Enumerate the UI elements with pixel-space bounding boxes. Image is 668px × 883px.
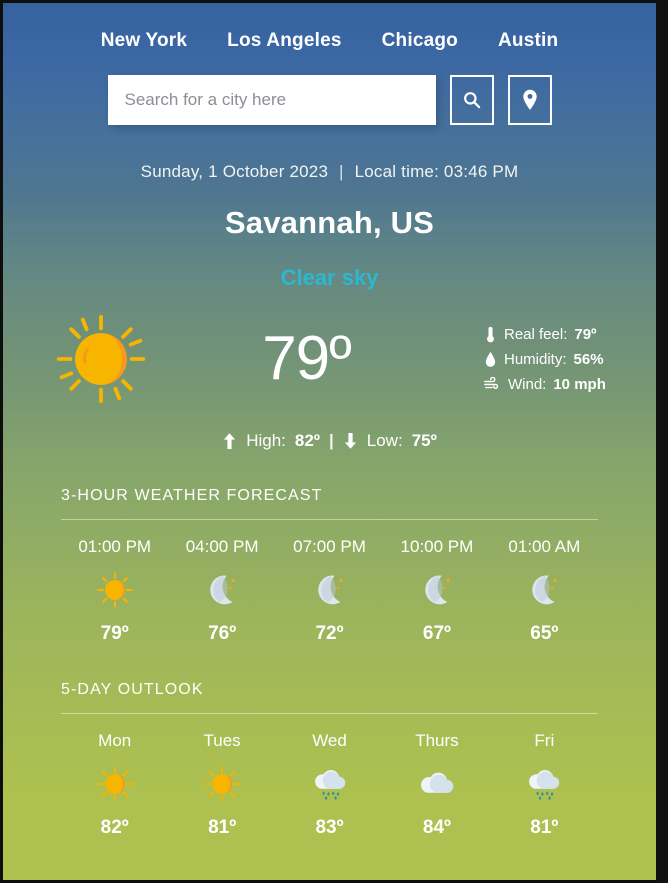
datetime-separator: | [339, 162, 344, 181]
app-screenshot: New York Los Angeles Chicago Austin Sear… [0, 0, 668, 883]
daily-outlook-list: Mon 82º Tues 81º Wed 83º Thurs 84º Fri 8… [61, 731, 598, 839]
hourly-time: 07:00 PM [293, 537, 366, 556]
high-low-row: High: 82º | Low: 75º [3, 431, 656, 451]
low-value: 75º [411, 431, 437, 450]
daily-day: Wed [312, 731, 347, 750]
rain-cloud-icon [314, 770, 345, 800]
moon-stars-icon [210, 575, 235, 605]
thermometer-icon [487, 326, 494, 342]
arrow-up-icon [224, 433, 236, 449]
datetime-line: Sunday, 1 October 2023 | Local time: 03:… [3, 162, 656, 182]
detail-label: Wind: [508, 375, 547, 393]
detail-label: Humidity: [504, 350, 567, 368]
daily-card[interactable]: Mon 82º [61, 731, 168, 839]
sun-icon [204, 766, 240, 802]
moon-stars-icon [317, 575, 343, 605]
daily-outlook-section: 5-DAY OUTLOOK Mon 82º Tues 81º Wed 83º T… [3, 681, 656, 839]
daily-temp: 82º [100, 817, 129, 838]
moon-stars-icon [532, 575, 558, 605]
hourly-forecast-list: 01:00 PM 79º 04:00 PM 76º 07:00 PM 72º 1… [61, 537, 598, 645]
local-time: Local time: 03:46 PM [354, 162, 519, 181]
hourly-card[interactable]: 01:00 AM 65º [491, 537, 598, 645]
nav-item-austin[interactable]: Austin [498, 30, 558, 52]
daily-card[interactable]: Wed 83º [276, 731, 383, 839]
hourly-card[interactable]: 04:00 PM 76º [168, 537, 275, 645]
cloud-icon [420, 772, 454, 793]
current-temperature: 79º [262, 324, 352, 393]
section-divider [61, 713, 598, 714]
low-label: Low: [366, 431, 403, 450]
search-icon [463, 92, 480, 109]
city-name: Savannah, US [224, 205, 435, 240]
high-low-separator: | [329, 431, 334, 450]
current-conditions: 79º Real feel: 79º Humidity: 56% Wind: 1… [3, 311, 656, 407]
high-label: High: [246, 431, 286, 450]
sun-icon [96, 766, 133, 802]
search-row [3, 75, 656, 125]
daily-temp: 84º [422, 817, 451, 838]
detail-wind: Wind: 10 mph [484, 376, 614, 393]
hourly-time: 01:00 AM [508, 537, 581, 556]
hourly-time: 01:00 PM [78, 537, 152, 556]
daily-outlook-title: 5-DAY OUTLOOK [61, 681, 204, 698]
droplet-icon [485, 351, 496, 367]
hourly-temp: 65º [530, 623, 559, 644]
hourly-card[interactable]: 01:00 PM 79º [61, 537, 168, 645]
daily-day: Thurs [415, 731, 459, 750]
arrow-down-icon [344, 433, 356, 449]
current-details: Real feel: 79º Humidity: 56% Wind: 10 mp… [484, 326, 614, 393]
daily-temp: 83º [315, 817, 344, 838]
detail-label: Real feel: [504, 325, 568, 343]
daily-temp: 81º [208, 817, 237, 838]
sun-icon [96, 572, 133, 608]
search-button[interactable] [449, 75, 494, 125]
hourly-temp: 76º [208, 623, 237, 644]
current-date: Sunday, 1 October 2023 [140, 162, 329, 181]
nav-item-chicago[interactable]: Chicago [382, 30, 458, 52]
daily-card[interactable]: Tues 81º [168, 731, 275, 839]
hourly-card[interactable]: 10:00 PM 67º [383, 537, 490, 645]
search-input[interactable] [107, 75, 436, 125]
high-value: 82º [294, 431, 320, 450]
moon-stars-icon [425, 575, 450, 605]
daily-card[interactable]: Thurs 84º [383, 731, 490, 839]
city-nav: New York Los Angeles Chicago Austin [3, 3, 656, 52]
sun-icon [56, 314, 146, 404]
detail-value: 10 mph [553, 375, 606, 393]
detail-real-feel: Real feel: 79º [484, 326, 614, 343]
section-divider [61, 519, 598, 520]
hourly-forecast-title: 3-HOUR WEATHER FORECAST [61, 487, 323, 504]
detail-value: 56% [573, 350, 604, 368]
hourly-card[interactable]: 07:00 PM 72º [276, 537, 383, 645]
nav-item-new-york[interactable]: New York [101, 30, 187, 52]
detail-humidity: Humidity: 56% [484, 351, 614, 368]
rain-cloud-icon [529, 770, 560, 800]
hourly-time: 04:00 PM [185, 537, 259, 556]
hourly-time: 10:00 PM [400, 537, 474, 556]
hourly-temp: 67º [422, 623, 451, 644]
nav-item-los-angeles[interactable]: Los Angeles [227, 30, 341, 52]
daily-card[interactable]: Fri 81º [491, 731, 598, 839]
weather-app: New York Los Angeles Chicago Austin Sear… [3, 3, 656, 880]
detail-value: 79º [574, 325, 597, 343]
hourly-temp: 72º [315, 623, 344, 644]
location-pin-icon [522, 89, 537, 110]
geolocate-button[interactable] [507, 75, 552, 125]
daily-day: Tues [203, 731, 241, 750]
daily-temp: 81º [530, 817, 559, 838]
hourly-forecast-section: 3-HOUR WEATHER FORECAST 01:00 PM 79º 04:… [3, 487, 656, 645]
weather-condition: Clear sky [280, 265, 379, 290]
window-right-edge [656, 0, 668, 883]
daily-day: Mon [98, 731, 132, 750]
hourly-temp: 79º [100, 623, 129, 644]
daily-day: Fri [534, 731, 555, 750]
wind-icon [484, 376, 499, 389]
